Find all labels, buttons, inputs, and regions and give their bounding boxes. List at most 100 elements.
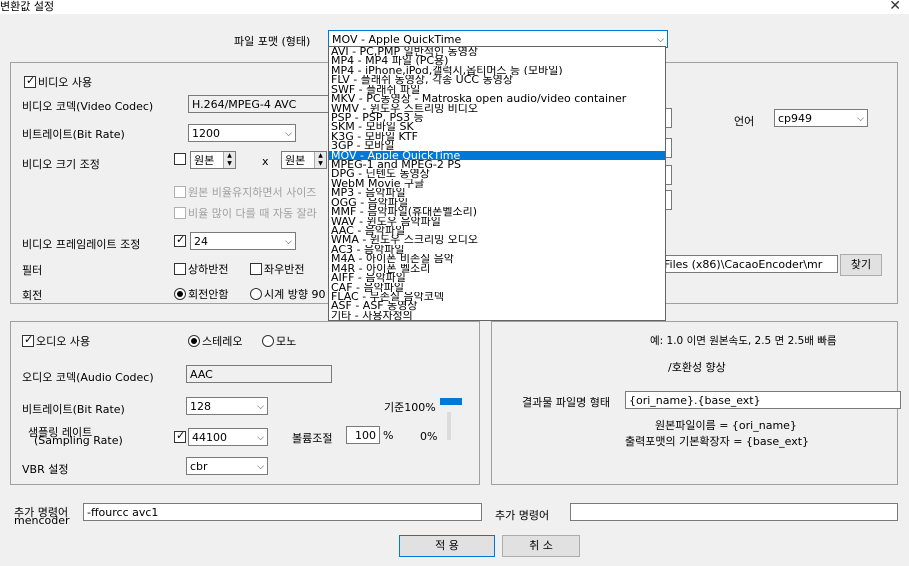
video-width-value: 원본: [194, 154, 215, 167]
video-width-stepper[interactable]: 원본 ▲ ▼: [190, 151, 236, 169]
browse-button[interactable]: 찾기: [840, 254, 882, 276]
format-option[interactable]: SKM - 모바일 SK: [329, 122, 665, 131]
chevron-down-icon: ⌵: [285, 237, 292, 247]
audio-enable-label: 오디오 사용: [36, 335, 91, 348]
apply-button[interactable]: 적 용: [399, 535, 495, 557]
format-option[interactable]: MP3 - 음악파일: [329, 188, 665, 197]
volume-input[interactable]: 100: [346, 426, 380, 444]
format-option[interactable]: PSP - PSP, PS3 등: [329, 113, 665, 122]
size-separator: x: [262, 155, 269, 168]
format-option[interactable]: DPG - 닌텐도 동영상: [329, 169, 665, 178]
fps-value: 24: [194, 235, 208, 248]
format-option[interactable]: MMF - 음악파일(휴대폰벨소리): [329, 207, 665, 216]
video-enable-label: 비디오 사용: [38, 76, 93, 89]
flip-horizontal-label: 좌우반전: [264, 263, 305, 276]
format-option[interactable]: 기타 - 사용자정의: [329, 311, 665, 320]
extra-cmd-left-input[interactable]: -ffourcc avc1: [83, 503, 482, 521]
stereo-label: 스테레오: [202, 335, 243, 348]
spin-arrows-icon[interactable]: ▲ ▼: [314, 152, 326, 168]
cancel-button[interactable]: 취 소: [502, 535, 580, 557]
rotate-cw-label: 시계 방향 90: [264, 288, 326, 301]
rotate-cw-radio[interactable]: 시계 방향 90: [250, 286, 325, 302]
format-option[interactable]: WebM Movie 구글: [329, 179, 665, 188]
checkbox-box: [174, 186, 186, 198]
volume-slider-thumb[interactable]: [440, 398, 462, 405]
format-option[interactable]: AAC - 음악파일: [329, 226, 665, 235]
video-size-checkbox[interactable]: [174, 153, 188, 166]
flip-vertical-checkbox[interactable]: 상하반전: [174, 261, 228, 277]
radio-icon: [188, 335, 200, 347]
sampling-checkbox[interactable]: [174, 429, 188, 444]
format-option[interactable]: OGG - 음악파일: [329, 198, 665, 207]
video-codec-select[interactable]: H.264/MPEG-4 AVC: [188, 95, 334, 113]
keep-ratio-label: 원본 비율유지하면서 사이즈: [188, 186, 317, 199]
check-icon: [174, 429, 186, 443]
stereo-radio[interactable]: 스테레오: [188, 333, 242, 349]
output-name-value: {ori_name}.{base_ext}: [629, 394, 761, 407]
flip-horizontal-checkbox[interactable]: 좌우반전: [250, 261, 304, 277]
rotate-label: 회전: [22, 289, 43, 302]
encoder-path-input[interactable]: Files (x86)\CacaoEncoder\mr: [660, 255, 838, 273]
format-option[interactable]: MKV - PC동영상 - Matroska open audio/video …: [329, 94, 665, 103]
rotate-none-radio[interactable]: 회전안함: [174, 286, 228, 302]
format-option[interactable]: WAV - 윈도우 음악파일: [329, 217, 665, 226]
radio-icon: [262, 335, 274, 347]
audio-bitrate-select[interactable]: 128 ⌵: [186, 397, 268, 415]
format-option[interactable]: AVI - PC,PMP 일반적인 동영상: [329, 47, 665, 56]
format-option[interactable]: FLAC - 무손실 음악코덱: [329, 292, 665, 301]
format-option[interactable]: WMA - 윈도우 스크리밍 오디오: [329, 235, 665, 244]
fps-select[interactable]: 24 ⌵: [190, 232, 296, 250]
fps-checkbox[interactable]: [174, 233, 188, 248]
video-bitrate-value: 1200: [192, 127, 220, 140]
format-label: 파일 포맷 (형태): [234, 35, 311, 48]
spin-arrows-icon[interactable]: ▲ ▼: [223, 152, 235, 168]
chevron-down-icon: ⌵: [257, 462, 264, 472]
video-bitrate-label: 비트레이트(Bit Rate): [22, 128, 125, 141]
audio-codec-value: AAC: [190, 368, 213, 381]
format-option[interactable]: SWF - 플래쉬 파일: [329, 85, 665, 94]
language-value: cp949: [778, 112, 813, 125]
format-option[interactable]: M4A - 아이폰 비손실 음악: [329, 254, 665, 263]
close-icon[interactable]: ✕: [889, 0, 901, 14]
video-height-stepper[interactable]: 원본 ▲ ▼: [281, 151, 327, 169]
format-option[interactable]: MOV - Apple QuickTime: [329, 150, 665, 161]
format-option[interactable]: MP4 - MP4 파일 (PC용): [329, 56, 665, 65]
format-option[interactable]: AC3 - 음악파일: [329, 245, 665, 254]
format-option[interactable]: CAF - 음악파일: [329, 283, 665, 292]
compat-note: /호환성 향상: [668, 361, 726, 374]
language-select[interactable]: cp949 ⌵: [774, 109, 868, 127]
audio-codec-select[interactable]: AAC: [186, 365, 332, 383]
format-option[interactable]: MP4 - iPhone,iPod,갤럭시,옵티머스 등 (모바일): [329, 66, 665, 75]
volume-value: 100: [355, 429, 376, 442]
output-name-input[interactable]: {ori_name}.{base_ext}: [625, 391, 901, 409]
auto-crop-checkbox[interactable]: 비율 많이 다를 때 자동 잘라: [174, 205, 317, 221]
format-selected: MOV - Apple QuickTime: [332, 33, 462, 46]
format-option[interactable]: ASF - ASF 동영상: [329, 301, 665, 310]
sampling-select[interactable]: 44100 ⌵: [188, 428, 268, 446]
checkbox-box: [174, 263, 186, 275]
format-option[interactable]: FLV - 플래쉬 동영상, 각종 UCC 동영상: [329, 75, 665, 84]
format-option[interactable]: K3G - 모바일 KTF: [329, 132, 665, 141]
format-option[interactable]: WMV - 윈도우 스트리밍 비디오: [329, 104, 665, 113]
radio-icon: [250, 288, 262, 300]
chevron-down-icon: ⌵: [285, 129, 292, 139]
format-option[interactable]: M4R - 아이폰 벨소리: [329, 264, 665, 273]
chevron-down-icon: ⌵: [257, 433, 264, 443]
format-option[interactable]: MPEG-1 and MPEG-2 PS: [329, 160, 665, 169]
video-bitrate-select[interactable]: 1200 ⌵: [188, 124, 296, 142]
window-title: 변환값 설정: [0, 0, 55, 13]
mono-radio[interactable]: 모노: [262, 333, 296, 349]
encoder-path-value: Files (x86)\CacaoEncoder\mr: [664, 258, 823, 271]
volume-slider-track[interactable]: [447, 412, 451, 440]
format-option[interactable]: 3GP - 모바일: [329, 141, 665, 150]
vbr-select[interactable]: cbr ⌵: [186, 457, 268, 475]
audio-enable-checkbox[interactable]: 오디오 사용: [22, 333, 90, 349]
extra-cmd-right-input[interactable]: [570, 503, 898, 521]
hidden-field-edge: [666, 190, 672, 210]
radio-icon: [174, 288, 186, 300]
chevron-down-icon: ⌵: [857, 114, 864, 124]
auto-crop-label: 비율 많이 다를 때 자동 잘라: [188, 207, 317, 220]
format-option[interactable]: AIFF - 음악파일: [329, 273, 665, 282]
video-enable-checkbox[interactable]: 비디오 사용: [24, 74, 92, 90]
keep-ratio-checkbox[interactable]: 원본 비율유지하면서 사이즈: [174, 184, 316, 200]
